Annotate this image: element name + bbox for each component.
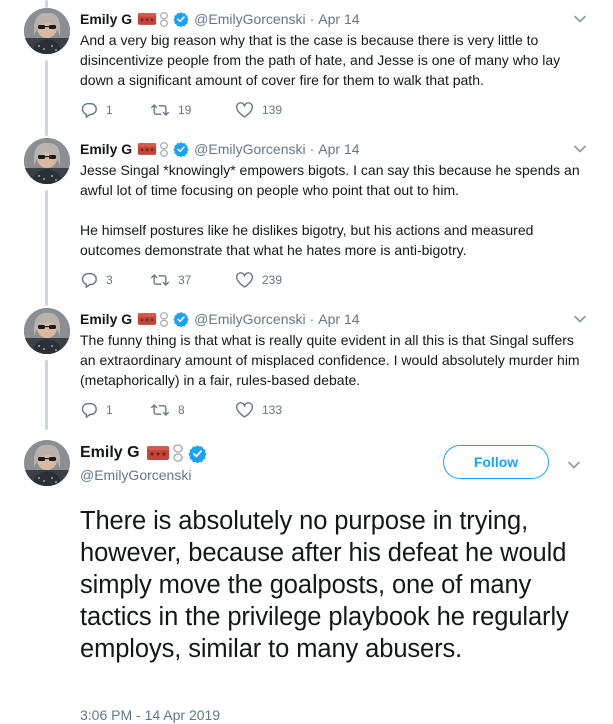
reply-count: 1 (106, 403, 113, 417)
follow-button[interactable]: Follow (443, 445, 549, 479)
retweet-button[interactable]: 8 (150, 401, 235, 419)
retweet-icon (150, 271, 170, 289)
thread-line (45, 60, 48, 136)
retweet-icon (150, 101, 170, 119)
tweet-date[interactable]: Apr 14 (318, 8, 359, 30)
tweet-paragraph: And a very big reason why that is the ca… (80, 32, 561, 88)
tweet-actions: 1 8 133 (80, 400, 315, 420)
chain-icon (159, 142, 169, 157)
tweet-timestamp[interactable]: 3:06 PM - 14 Apr 2019 (80, 707, 220, 723)
author-handle[interactable]: @EmilyGorcenski (80, 466, 191, 484)
reply-icon (80, 101, 98, 119)
author-name[interactable]: Emily G (80, 442, 140, 464)
like-count: 133 (262, 403, 283, 417)
avatar[interactable] (24, 308, 70, 354)
tweet-paragraph: The funny thing is that what is really q… (80, 332, 580, 388)
like-count: 139 (262, 103, 283, 117)
reply-icon (80, 401, 98, 419)
main-author: Emily G (80, 442, 212, 464)
tweet-text: Jesse Singal *knowingly* empowers bigots… (80, 160, 589, 260)
reply-icon (80, 271, 98, 289)
brick-icon (137, 312, 157, 326)
like-button[interactable]: 133 (235, 401, 315, 419)
reply-button[interactable]: 1 (80, 101, 150, 119)
author-name[interactable]: Emily G (80, 8, 132, 30)
chevron-down-icon[interactable] (571, 140, 589, 158)
like-icon (235, 401, 254, 419)
retweet-count: 37 (178, 273, 192, 287)
chevron-down-icon[interactable] (571, 310, 589, 328)
tweet-paragraph: He himself postures like he dislikes big… (80, 222, 534, 258)
thread-line (45, 190, 48, 306)
tweet-actions: 1 19 139 (80, 100, 315, 120)
tweet-text: And a very big reason why that is the ca… (80, 30, 589, 90)
retweet-count: 8 (178, 403, 185, 417)
tweet-actions: 3 37 239 (80, 270, 315, 290)
avatar[interactable] (24, 8, 70, 54)
retweet-icon (150, 401, 170, 419)
like-icon (235, 101, 254, 119)
retweet-count: 19 (178, 103, 192, 117)
tweet-date[interactable]: Apr 14 (318, 138, 359, 160)
tweet-paragraph: Jesse Singal *knowingly* empowers bigots… (80, 162, 580, 198)
tweet-text: The funny thing is that what is really q… (80, 330, 589, 390)
chain-icon (159, 312, 169, 327)
like-icon (235, 271, 254, 289)
reply-count: 1 (106, 103, 113, 117)
separator: · (309, 11, 315, 27)
main-tweet-text: There is absolutely no purpose in trying… (80, 507, 569, 663)
author-handle[interactable]: @EmilyGorcenski (194, 308, 305, 330)
author-name[interactable]: Emily G (80, 138, 132, 160)
avatar[interactable] (24, 440, 70, 486)
verified-badge-icon (173, 311, 189, 327)
like-button[interactable]: 139 (235, 101, 315, 119)
chevron-down-icon[interactable] (565, 456, 583, 474)
brick-icon (137, 12, 157, 26)
brick-icon (146, 445, 170, 461)
tweet-date[interactable]: Apr 14 (318, 308, 359, 330)
thread-line (45, 360, 48, 430)
author-handle[interactable]: @EmilyGorcenski (194, 8, 305, 30)
avatar[interactable] (24, 138, 70, 184)
author-name[interactable]: Emily G (80, 308, 132, 330)
thread-line (45, 0, 48, 8)
separator: · (309, 141, 315, 157)
like-count: 239 (262, 273, 283, 287)
retweet-button[interactable]: 37 (150, 271, 235, 289)
verified-badge-icon (188, 444, 207, 463)
reply-button[interactable]: 3 (80, 271, 150, 289)
brick-icon (137, 142, 157, 156)
separator: · (309, 311, 315, 327)
chain-icon (172, 444, 184, 462)
reply-count: 3 (106, 273, 113, 287)
like-button[interactable]: 239 (235, 271, 315, 289)
verified-badge-icon (173, 141, 189, 157)
reply-button[interactable]: 1 (80, 401, 150, 419)
chain-icon (159, 12, 169, 27)
chevron-down-icon[interactable] (571, 10, 589, 28)
author-handle[interactable]: @EmilyGorcenski (194, 138, 305, 160)
retweet-button[interactable]: 19 (150, 101, 235, 119)
verified-badge-icon (173, 11, 189, 27)
